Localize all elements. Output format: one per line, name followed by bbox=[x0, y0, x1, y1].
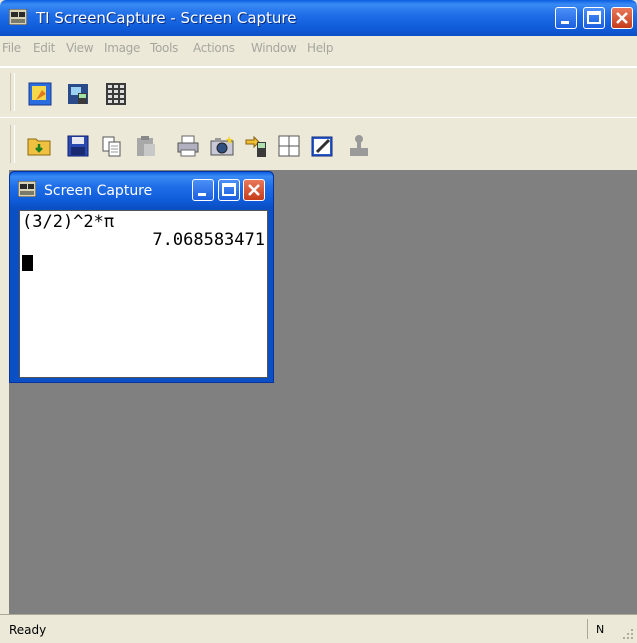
calculator-result-line: 7.068583471 bbox=[152, 230, 265, 250]
window-title: TI ScreenCapture - Screen Capture bbox=[36, 9, 297, 27]
print-icon[interactable] bbox=[176, 134, 200, 158]
status-indicator: N bbox=[596, 623, 605, 636]
open-folder-icon[interactable] bbox=[27, 134, 51, 158]
main-title-bar[interactable]: TI ScreenCapture - Screen Capture bbox=[0, 0, 637, 36]
toolbar-grip[interactable] bbox=[10, 73, 15, 111]
menu-actions[interactable]: Actions bbox=[193, 41, 235, 55]
child-app-icon bbox=[18, 181, 36, 197]
capture-screen-icon[interactable] bbox=[28, 82, 52, 106]
child-title-bar[interactable]: Screen Capture bbox=[10, 172, 273, 208]
calculator-input-line: (3/2)^2*π bbox=[22, 212, 115, 232]
minimize-icon bbox=[198, 193, 206, 196]
calculator-cursor bbox=[22, 255, 33, 271]
paste-icon[interactable] bbox=[134, 134, 158, 158]
maximize-button[interactable] bbox=[583, 7, 605, 29]
child-minimize-button[interactable] bbox=[192, 179, 214, 201]
menu-help[interactable]: Help bbox=[307, 41, 333, 55]
menu-edit[interactable]: Edit bbox=[33, 41, 55, 55]
toolbar-main bbox=[0, 117, 637, 171]
menu-file[interactable]: File bbox=[2, 41, 21, 55]
calculator-screen: (3/2)^2*π 7.068583471 bbox=[19, 210, 268, 378]
minimize-icon bbox=[561, 21, 569, 24]
child-close-button[interactable] bbox=[243, 179, 265, 201]
maximize-icon bbox=[587, 11, 601, 24]
capture-grid-icon[interactable] bbox=[104, 82, 128, 106]
menu-tools[interactable]: Tools bbox=[150, 41, 178, 55]
child-window-title: Screen Capture bbox=[44, 183, 153, 199]
close-icon bbox=[616, 12, 628, 24]
minimize-button[interactable] bbox=[555, 7, 577, 29]
resize-grip-icon[interactable] bbox=[622, 628, 634, 640]
menu-image[interactable]: Image bbox=[104, 41, 140, 55]
capture-handheld-icon[interactable] bbox=[66, 82, 90, 106]
menu-bar: File Edit View Image Tools Actions Windo… bbox=[0, 36, 637, 67]
copy-icon[interactable] bbox=[100, 134, 124, 158]
toolbar-grip[interactable] bbox=[10, 125, 15, 163]
close-icon bbox=[248, 184, 260, 196]
status-separator bbox=[587, 619, 588, 639]
close-button[interactable] bbox=[611, 7, 633, 29]
status-bar: Ready N bbox=[0, 614, 637, 643]
status-text: Ready bbox=[9, 623, 47, 637]
camera-icon[interactable] bbox=[210, 134, 234, 158]
maximize-icon bbox=[222, 183, 236, 196]
menu-window[interactable]: Window bbox=[251, 41, 297, 55]
child-maximize-button[interactable] bbox=[218, 179, 240, 201]
workspace-border bbox=[0, 170, 9, 614]
stamp-icon[interactable] bbox=[347, 134, 371, 158]
app-icon bbox=[9, 9, 27, 25]
edit-brush-icon[interactable] bbox=[311, 134, 335, 158]
send-to-device-icon[interactable] bbox=[244, 134, 268, 158]
screen-capture-child-window[interactable]: Screen Capture (3/2)^2*π 7.068583471 bbox=[9, 171, 274, 383]
toolbar-capture bbox=[0, 67, 637, 118]
grid-icon[interactable] bbox=[277, 134, 301, 158]
save-disk-icon[interactable] bbox=[66, 134, 90, 158]
menu-view[interactable]: View bbox=[66, 41, 94, 55]
